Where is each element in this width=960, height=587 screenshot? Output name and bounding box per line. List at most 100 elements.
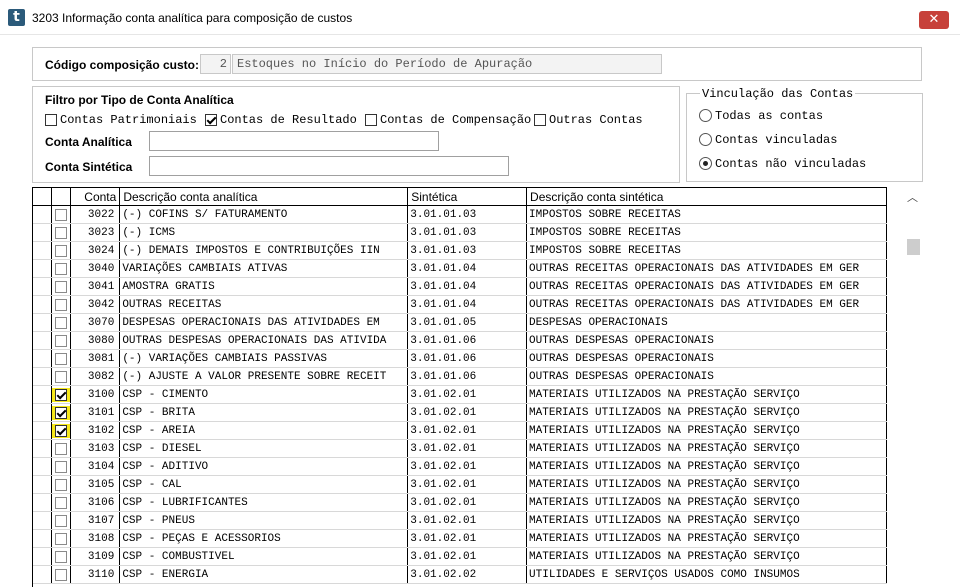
checkbox-contas-patrimoniais[interactable] bbox=[45, 114, 57, 126]
row-checkbox-cell[interactable] bbox=[51, 331, 72, 350]
row-checkbox-cell[interactable] bbox=[51, 457, 72, 476]
row-checkbox-cell[interactable] bbox=[51, 493, 72, 512]
row-checkbox[interactable] bbox=[55, 533, 68, 545]
scroll-up-arrow-icon[interactable]: ︿ bbox=[907, 189, 918, 205]
row-selector[interactable] bbox=[33, 403, 53, 422]
row-checkbox[interactable] bbox=[55, 569, 68, 581]
codigo-value-field[interactable]: 2 bbox=[200, 54, 231, 74]
row-checkbox[interactable] bbox=[55, 299, 68, 311]
scroll-thumb[interactable] bbox=[907, 239, 920, 255]
row-selector[interactable] bbox=[33, 313, 53, 332]
col-header-descricao-sintetica[interactable]: Descrição conta sintética bbox=[526, 188, 887, 206]
row-checkbox[interactable] bbox=[55, 317, 68, 329]
radio-contas-vinculadas[interactable] bbox=[699, 133, 712, 146]
table-row[interactable]: 3081 (-) VARIAÇÕES CAMBIAIS PASSIVAS 3.01.… bbox=[33, 349, 887, 368]
row-checkbox-cell[interactable] bbox=[51, 565, 72, 584]
row-selector[interactable] bbox=[33, 259, 53, 278]
row-selector[interactable] bbox=[33, 349, 53, 368]
row-selector[interactable] bbox=[33, 529, 53, 548]
row-checkbox[interactable] bbox=[55, 443, 68, 455]
row-selector[interactable] bbox=[33, 223, 53, 242]
row-selector[interactable] bbox=[33, 331, 53, 350]
row-selector[interactable] bbox=[33, 205, 53, 224]
table-row[interactable]: 3080 OUTRAS DESPESAS OPERACIONAIS DAS ATI… bbox=[33, 331, 887, 350]
row-checkbox-cell[interactable] bbox=[51, 259, 72, 278]
table-row[interactable]: 3110 CSP - ENERGIA 3.01.02.02 UTILIDADES E … bbox=[33, 565, 887, 584]
row-selector[interactable] bbox=[33, 547, 53, 566]
row-checkbox[interactable] bbox=[55, 335, 68, 347]
row-checkbox[interactable] bbox=[55, 371, 68, 383]
table-row[interactable]: 3108 CSP - PEÇAS E ACESSORIOS 3.01.02.01 MA… bbox=[33, 529, 887, 548]
close-button[interactable]: ✕ bbox=[919, 11, 949, 29]
row-checkbox[interactable] bbox=[55, 497, 68, 509]
row-checkbox[interactable] bbox=[55, 209, 68, 221]
table-row[interactable]: 3104 CSP - ADITIVO 3.01.02.01 MATERIAIS UTI… bbox=[33, 457, 887, 476]
row-selector[interactable] bbox=[33, 511, 53, 530]
table-row[interactable]: 3105 CSP - CAL 3.01.02.01 MATERIAIS UTILIZA… bbox=[33, 475, 887, 494]
row-checkbox[interactable] bbox=[55, 245, 68, 257]
row-checkbox-cell[interactable] bbox=[51, 223, 72, 242]
table-row[interactable]: 3022 (-) COFINS S/ FATURAMENTO 3.01.01.03 I… bbox=[33, 205, 887, 224]
conta-analitica-input[interactable] bbox=[149, 131, 439, 151]
table-row[interactable]: 3109 CSP - COMBUSTIVEL 3.01.02.01 MATERIAIS… bbox=[33, 547, 887, 566]
row-selector[interactable] bbox=[33, 295, 53, 314]
row-selector[interactable] bbox=[33, 439, 53, 458]
table-row[interactable]: 3100 CSP - CIMENTO 3.01.02.01 MATERIAIS UTI… bbox=[33, 385, 887, 404]
conta-sintetica-input[interactable] bbox=[149, 156, 509, 176]
row-selector[interactable] bbox=[33, 493, 53, 512]
row-checkbox-cell[interactable] bbox=[51, 511, 72, 530]
row-selector[interactable] bbox=[33, 565, 53, 584]
row-checkbox-cell[interactable] bbox=[51, 547, 72, 566]
row-selector[interactable] bbox=[33, 277, 53, 296]
radio-todas-contas[interactable] bbox=[699, 109, 712, 122]
row-selector[interactable] bbox=[33, 457, 53, 476]
table-row[interactable]: 3041 AMOSTRA GRATIS 3.01.01.04 OUTRAS RECEI… bbox=[33, 277, 887, 296]
table-row[interactable]: 3070 DESPESAS OPERACIONAIS DAS ATIVIDADES… bbox=[33, 313, 887, 332]
row-selector[interactable] bbox=[33, 475, 53, 494]
row-checkbox-cell[interactable] bbox=[51, 313, 72, 332]
table-row[interactable]: 3023 (-) ICMS 3.01.01.03 IMPOSTOS SOBRE REC… bbox=[33, 223, 887, 242]
table-row[interactable]: 3024 (-) DEMAIS IMPOSTOS E CONTRIBUIÇÕES … bbox=[33, 241, 887, 260]
checkbox-contas-resultado[interactable] bbox=[205, 114, 217, 126]
table-row[interactable]: 3040 VARIAÇÕES CAMBIAIS ATIVAS 3.01.01.04 O… bbox=[33, 259, 887, 278]
row-checkbox[interactable] bbox=[55, 551, 68, 563]
row-checkbox[interactable] bbox=[55, 461, 68, 473]
vertical-scrollbar[interactable]: ︿ bbox=[903, 187, 923, 586]
checkbox-outras-contas[interactable] bbox=[534, 114, 546, 126]
row-checkbox-cell[interactable] bbox=[51, 241, 72, 260]
row-selector[interactable] bbox=[33, 367, 53, 386]
table-row[interactable]: 3101 CSP - BRITA 3.01.02.01 MATERIAIS UTILI… bbox=[33, 403, 887, 422]
row-checkbox-cell[interactable] bbox=[51, 277, 72, 296]
row-checkbox[interactable] bbox=[55, 407, 68, 419]
row-checkbox-cell[interactable] bbox=[51, 295, 72, 314]
col-header-sintetica[interactable]: Sintética bbox=[407, 188, 528, 206]
row-checkbox[interactable] bbox=[55, 479, 68, 491]
row-checkbox-cell[interactable] bbox=[51, 529, 72, 548]
row-checkbox[interactable] bbox=[55, 281, 68, 293]
table-row[interactable]: 3082 (-) AJUSTE A VALOR PRESENTE SOBRE RE… bbox=[33, 367, 887, 386]
row-selector[interactable] bbox=[33, 421, 53, 440]
row-checkbox[interactable] bbox=[55, 389, 68, 401]
row-checkbox-cell[interactable] bbox=[51, 403, 72, 422]
row-checkbox[interactable] bbox=[55, 353, 68, 365]
table-row[interactable]: 3103 CSP - DIESEL 3.01.02.01 MATERIAIS UTIL… bbox=[33, 439, 887, 458]
checkbox-contas-compensacao[interactable] bbox=[365, 114, 377, 126]
table-row[interactable]: 3042 OUTRAS RECEITAS 3.01.01.04 OUTRAS RECE… bbox=[33, 295, 887, 314]
row-checkbox[interactable] bbox=[55, 263, 68, 275]
row-checkbox-cell[interactable] bbox=[51, 439, 72, 458]
row-selector[interactable] bbox=[33, 385, 53, 404]
row-checkbox-cell[interactable] bbox=[51, 349, 72, 368]
row-checkbox[interactable] bbox=[55, 515, 68, 527]
col-header-descricao[interactable]: Descrição conta analítica bbox=[119, 188, 409, 206]
row-checkbox-cell[interactable] bbox=[51, 205, 72, 224]
table-row[interactable]: 3102 CSP - AREIA 3.01.02.01 MATERIAIS UTILI… bbox=[33, 421, 887, 440]
row-checkbox[interactable] bbox=[55, 227, 68, 239]
radio-contas-nao-vinculadas[interactable] bbox=[699, 157, 712, 170]
row-checkbox-cell[interactable] bbox=[51, 475, 72, 494]
table-row[interactable]: 3106 CSP - LUBRIFICANTES 3.01.02.01 MATERIA… bbox=[33, 493, 887, 512]
row-selector[interactable] bbox=[33, 241, 53, 260]
row-checkbox-cell[interactable] bbox=[51, 367, 72, 386]
col-header-conta[interactable]: Conta bbox=[70, 188, 121, 206]
row-checkbox-cell[interactable] bbox=[51, 421, 72, 440]
row-checkbox[interactable] bbox=[55, 425, 68, 437]
